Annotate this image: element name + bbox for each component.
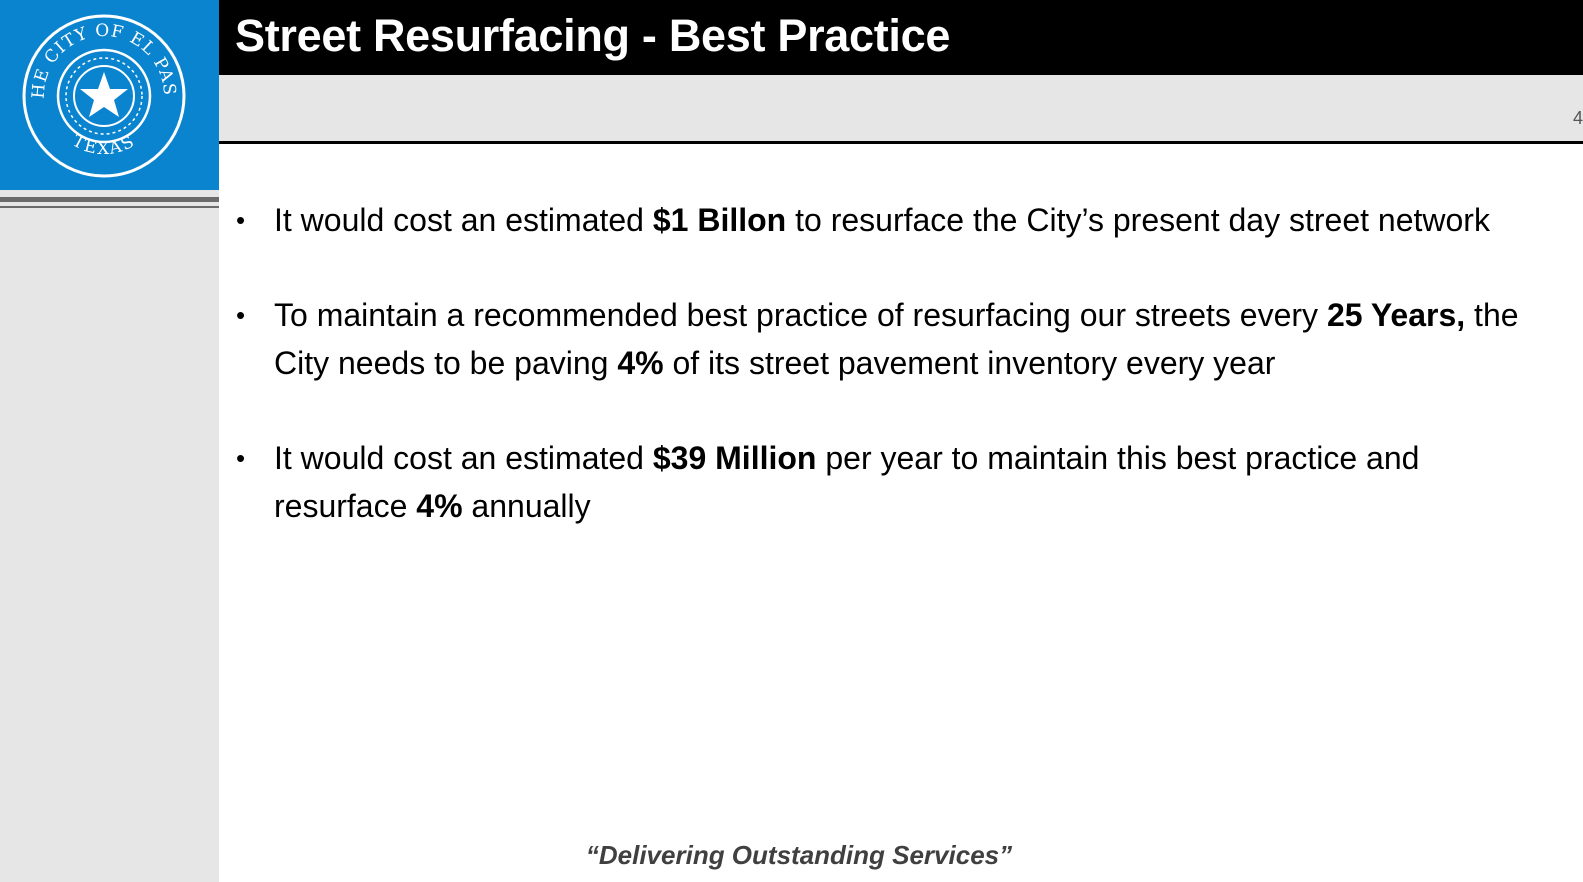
- bullet-emphasis: 25 Years,: [1326, 297, 1466, 333]
- bullet-dot-icon: •: [236, 300, 246, 330]
- bullet-dot-icon: •: [236, 205, 246, 235]
- seal-bottom-text: TEXAS: [69, 131, 137, 159]
- page-number: 4: [1572, 108, 1583, 128]
- bullet-item: • To maintain a recommended best practice…: [232, 291, 1532, 387]
- header-rule: [219, 141, 1583, 144]
- sidebar-divider-thin: [0, 206, 219, 208]
- bullet-text: To maintain a recommended best practice …: [274, 297, 1327, 333]
- city-seal-icon: THE CITY OF EL PASO TEXAS: [22, 14, 186, 178]
- bullet-text: annually: [462, 488, 591, 524]
- slide-title: Street Resurfacing - Best Practice: [235, 10, 951, 61]
- bullet-emphasis: $39 Million: [652, 440, 817, 476]
- bullet-text: of its street pavement inventory every y…: [663, 345, 1276, 381]
- sidebar-divider: [0, 197, 219, 202]
- bullet-text: It would cost an estimated: [274, 440, 653, 476]
- svg-text:TEXAS: TEXAS: [69, 131, 139, 159]
- bullet-text: to resurface the City’s present day stre…: [786, 202, 1490, 238]
- bullet-item: • It would cost an estimated $39 Million …: [232, 434, 1532, 530]
- bullet-emphasis: 4%: [617, 345, 664, 381]
- city-logo: THE CITY OF EL PASO TEXAS: [0, 0, 219, 190]
- bullet-dot-icon: •: [236, 443, 246, 473]
- bullet-emphasis: 4%: [416, 488, 463, 524]
- title-bar: Street Resurfacing - Best Practice: [219, 0, 1583, 75]
- bullet-item: • It would cost an estimated $1 Billon to…: [232, 196, 1532, 244]
- bullet-list: • It would cost an estimated $1 Billon to…: [232, 196, 1532, 577]
- bullet-emphasis: $1 Billon: [652, 202, 787, 238]
- footer-tagline: “Delivering Outstanding Services”: [585, 840, 1013, 870]
- header-band: [219, 75, 1583, 141]
- bullet-text: It would cost an estimated: [274, 202, 653, 238]
